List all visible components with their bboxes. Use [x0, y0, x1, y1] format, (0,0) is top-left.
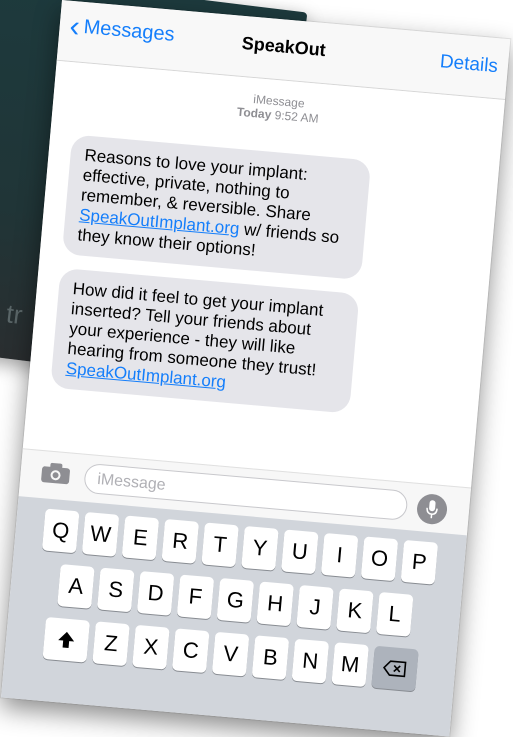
key-h[interactable]: H [256, 581, 294, 626]
key-m[interactable]: M [331, 642, 369, 687]
shift-key[interactable] [43, 617, 90, 663]
key-g[interactable]: G [217, 578, 255, 623]
key-w[interactable]: W [82, 512, 120, 557]
delete-key[interactable] [371, 646, 418, 692]
key-p[interactable]: P [401, 540, 439, 585]
key-f[interactable]: F [177, 575, 215, 620]
key-r[interactable]: R [162, 519, 200, 564]
key-k[interactable]: K [336, 588, 374, 633]
key-d[interactable]: D [137, 571, 175, 616]
day-label: Today [236, 105, 272, 122]
key-l[interactable]: L [376, 592, 414, 637]
key-c[interactable]: C [172, 628, 210, 673]
key-x[interactable]: X [132, 625, 170, 670]
microphone-icon[interactable] [416, 493, 449, 526]
camera-icon[interactable] [40, 461, 72, 486]
key-b[interactable]: B [252, 635, 290, 680]
background-partial-text: tr [5, 298, 25, 331]
key-j[interactable]: J [296, 585, 334, 630]
key-e[interactable]: E [122, 515, 160, 560]
key-v[interactable]: V [212, 632, 250, 677]
key-u[interactable]: U [281, 529, 319, 574]
phone-screen: ‹ Messages SpeakOut Details iMessage Tod… [1, 0, 510, 737]
key-n[interactable]: N [292, 639, 330, 684]
message-bubble[interactable]: Reasons to love your implant: effective,… [62, 134, 371, 280]
message-bubble[interactable]: How did it feel to get your implant inse… [50, 268, 359, 414]
details-button[interactable]: Details [439, 51, 499, 78]
shift-arrow-icon [55, 629, 77, 651]
key-q[interactable]: Q [42, 509, 80, 554]
key-a[interactable]: A [57, 564, 95, 609]
time-label: 9:52 AM [274, 108, 319, 126]
key-s[interactable]: S [97, 568, 135, 613]
backspace-icon [382, 659, 407, 679]
key-i[interactable]: I [321, 533, 359, 578]
key-y[interactable]: Y [241, 526, 279, 571]
key-z[interactable]: Z [92, 621, 130, 666]
message-thread: iMessage Today 9:52 AM Reasons to love y… [23, 61, 505, 489]
key-t[interactable]: T [201, 522, 239, 567]
keyboard: Q W E R T Y U I O P A S D F G H J K L Z [1, 496, 467, 736]
key-o[interactable]: O [361, 536, 399, 581]
